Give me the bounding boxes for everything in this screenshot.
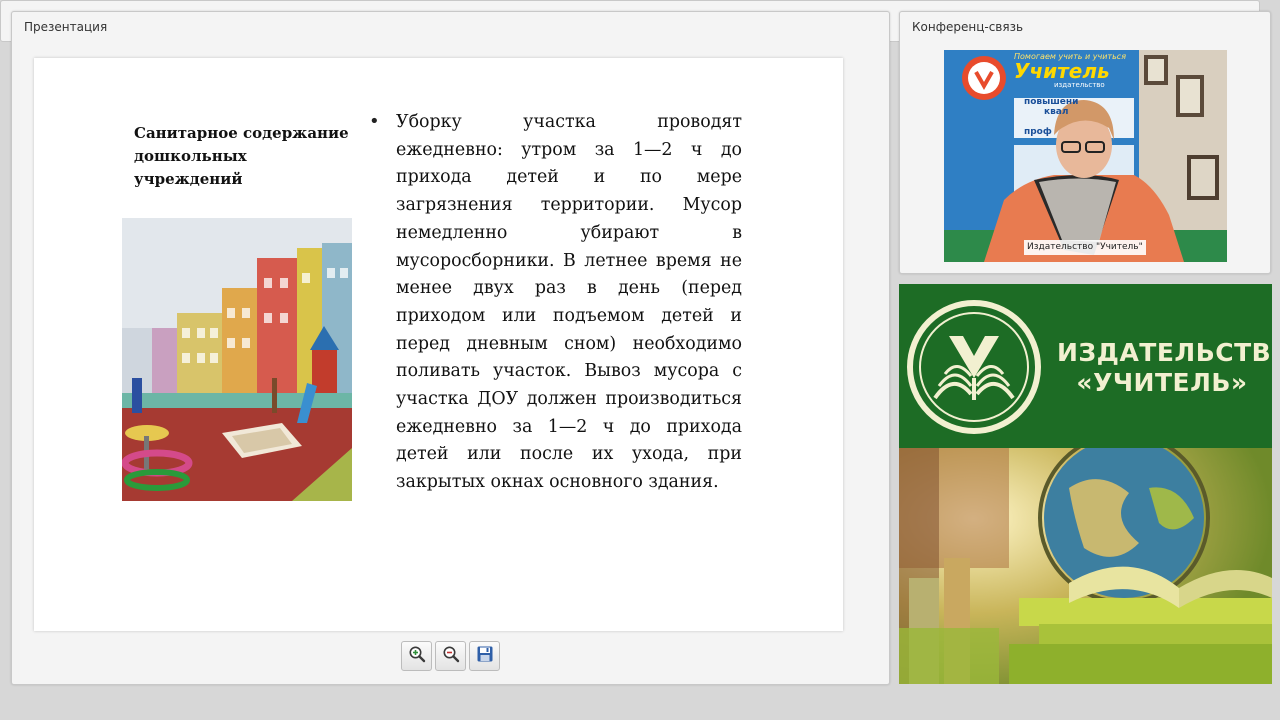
- backdrop-sign-item-1: повышени: [1024, 97, 1079, 107]
- conference-panel-title: Конференц-связь: [912, 20, 1024, 34]
- publisher-name-line2: «УЧИТЕЛЬ»: [1076, 368, 1248, 397]
- publisher-logo-icon: [905, 298, 1043, 440]
- publisher-name-line1: ИЗДАТЕЛЬСТВО: [1057, 338, 1272, 367]
- backdrop-sign: Помогаем учить и учиться Учитель издател…: [1014, 52, 1144, 137]
- backdrop-sign-sub: издательство: [1054, 81, 1105, 89]
- presentation-panel-title: Презентация: [24, 20, 108, 34]
- backdrop-sign-brand: Учитель: [1014, 59, 1110, 83]
- slide-body-text: Уборку участка проводят ежедневно: утром…: [396, 112, 742, 493]
- save-icon: [476, 645, 494, 667]
- speaker-video[interactable]: Помогаем учить и учиться Учитель издател…: [944, 50, 1227, 262]
- zoom-in-icon: [408, 645, 426, 667]
- speaker-name-caption: Издательство "Учитель": [1024, 240, 1146, 255]
- zoom-out-icon: [442, 645, 460, 667]
- backdrop-sign-item-3: проф: [1024, 127, 1052, 137]
- conference-panel: Конференц-связь Помогаем учить и учиться…: [899, 11, 1271, 274]
- slide-bullet: •: [369, 111, 380, 132]
- presentation-toolbar: [401, 641, 511, 671]
- presentation-panel: Презентация Санитарное содержание дошкол…: [11, 11, 890, 685]
- books-globe-image: [899, 448, 1272, 684]
- slide-heading: Санитарное содержание дошкольных учрежде…: [134, 124, 349, 188]
- zoom-in-button[interactable]: [401, 641, 432, 671]
- banner-green-header: ИЗДАТЕЛЬСТВО «УЧИТЕЛЬ»: [899, 284, 1272, 448]
- publisher-name: ИЗДАТЕЛЬСТВО «УЧИТЕЛЬ»: [1057, 338, 1272, 398]
- backdrop-sign-item-2: квал: [1044, 107, 1069, 117]
- presentation-slide: Санитарное содержание дошкольных учрежде…: [34, 58, 843, 631]
- kindergarten-playground-photo: [122, 218, 352, 501]
- zoom-out-button[interactable]: [435, 641, 466, 671]
- publisher-banner: ИЗДАТЕЛЬСТВО «УЧИТЕЛЬ»: [899, 284, 1272, 684]
- save-button[interactable]: [469, 641, 500, 671]
